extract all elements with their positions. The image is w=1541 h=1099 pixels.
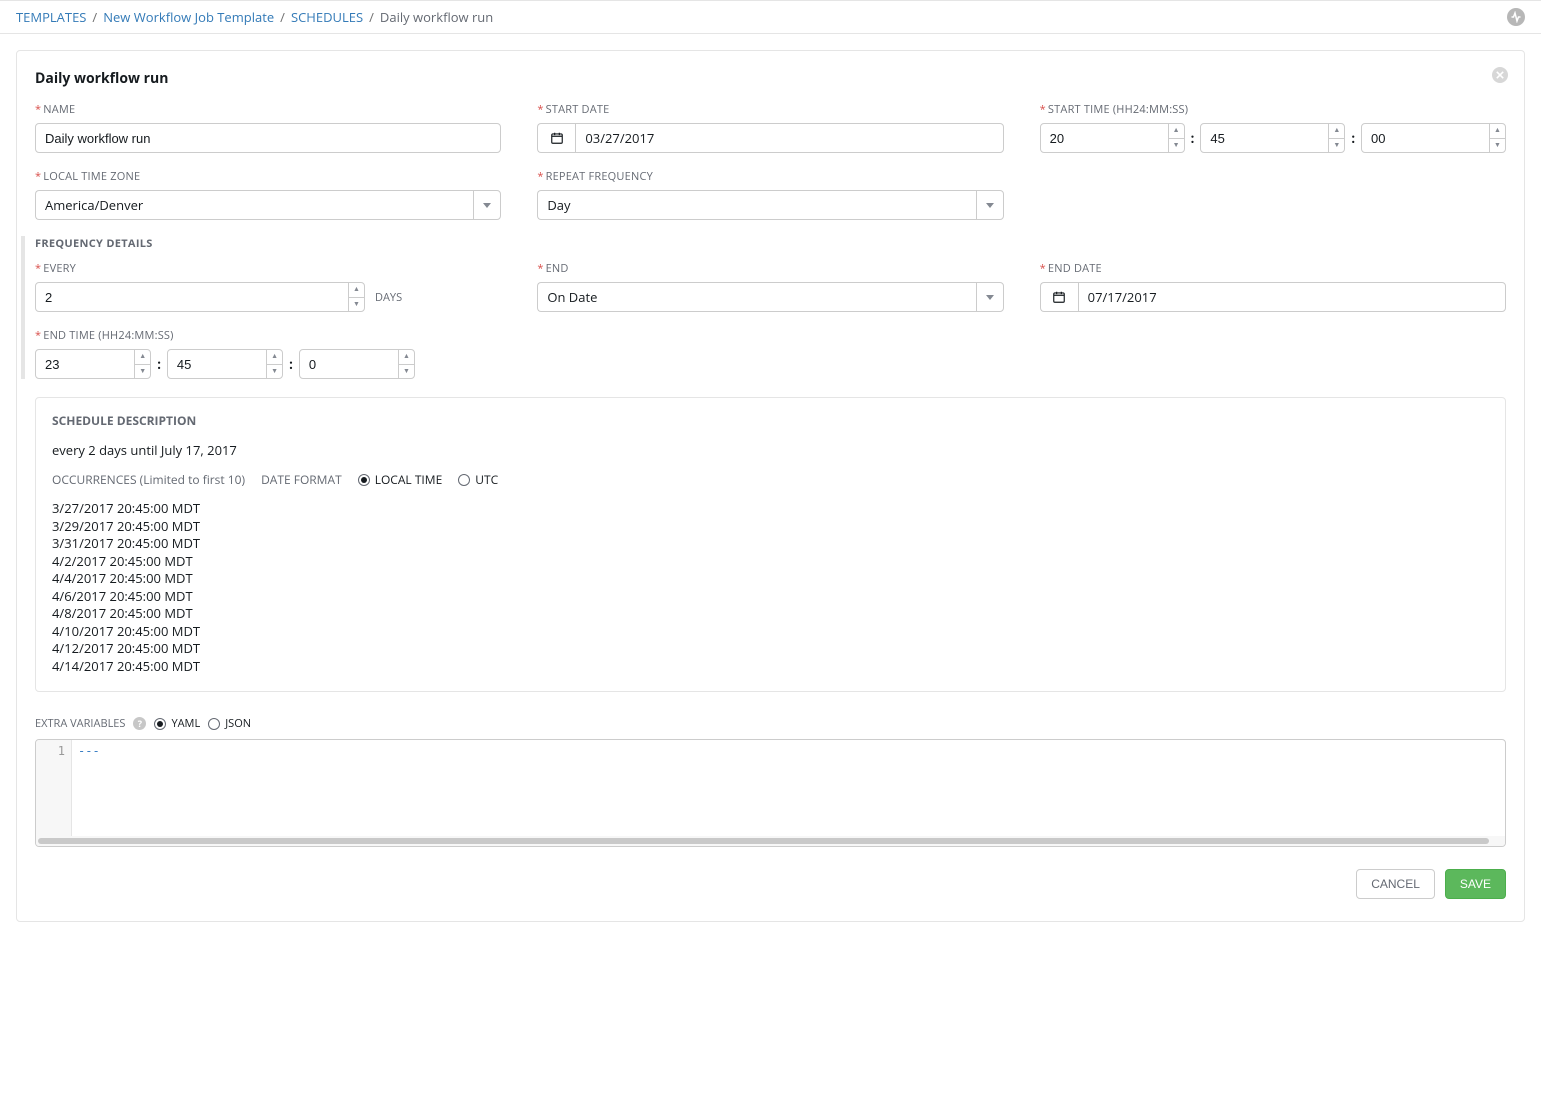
occurrence-item: 4/8/2017 20:45:00 MDT	[52, 605, 1489, 623]
end-date-label: *END DATE	[1040, 261, 1506, 276]
occurrence-item: 4/6/2017 20:45:00 MDT	[52, 588, 1489, 606]
schedule-desc-text: every 2 days until July 17, 2017	[52, 441, 1489, 459]
extra-variables-section: EXTRA VARIABLES ? YAML JSON 1 ---	[35, 716, 1506, 847]
occurrences-list: 3/27/2017 20:45:00 MDT 3/29/2017 20:45:0…	[52, 500, 1489, 675]
end-label: *END	[537, 261, 1003, 276]
repeat-freq-select[interactable]: Day	[537, 190, 975, 220]
end-mode-select[interactable]: On Date	[537, 282, 975, 312]
time-sep: :	[289, 355, 293, 373]
spinner-down-icon[interactable]: ▼	[134, 365, 150, 379]
occurrence-item: 4/4/2017 20:45:00 MDT	[52, 570, 1489, 588]
occurrence-item: 4/10/2017 20:45:00 MDT	[52, 623, 1489, 641]
breadcrumb-sep: /	[280, 8, 285, 26]
freq-details-header: FREQUENCY DETAILS	[35, 236, 1506, 251]
spinner-down-icon[interactable]: ▼	[1489, 139, 1505, 153]
start-date-label: *START DATE	[537, 102, 1003, 117]
occurrence-item: 3/27/2017 20:45:00 MDT	[52, 500, 1489, 518]
occurrence-item: 4/12/2017 20:45:00 MDT	[52, 640, 1489, 658]
breadcrumb-sep: /	[369, 8, 374, 26]
start-date-input[interactable]: 03/27/2017	[575, 123, 1003, 153]
start-time-hh-input[interactable]	[1040, 123, 1185, 153]
editor-content[interactable]: ---	[72, 740, 1505, 836]
page-root: TEMPLATES / New Workflow Job Template / …	[0, 0, 1541, 958]
schedule-form-panel: Daily workflow run *NAME *START DATE 03/…	[16, 50, 1525, 922]
every-label: *EVERY	[35, 261, 501, 276]
calendar-icon[interactable]	[1040, 282, 1078, 312]
spinner-up-icon[interactable]: ▲	[1489, 124, 1505, 139]
chevron-down-icon[interactable]	[473, 190, 501, 220]
breadcrumb-schedules[interactable]: SCHEDULES	[291, 8, 363, 26]
extra-vars-label: EXTRA VARIABLES	[35, 716, 125, 731]
spinner-up-icon[interactable]: ▲	[1168, 124, 1184, 139]
spinner-down-icon[interactable]: ▼	[266, 365, 282, 379]
breadcrumb-current: Daily workflow run	[380, 8, 493, 26]
cancel-button[interactable]: CANCEL	[1356, 869, 1435, 899]
extra-vars-editor[interactable]: 1 ---	[35, 739, 1506, 847]
editor-scrollbar[interactable]	[36, 836, 1505, 846]
occurrence-item: 3/29/2017 20:45:00 MDT	[52, 518, 1489, 536]
end-date-input[interactable]: 07/17/2017	[1078, 282, 1506, 312]
close-icon[interactable]	[1492, 67, 1508, 83]
spinner-down-icon[interactable]: ▼	[348, 298, 364, 312]
chevron-down-icon[interactable]	[976, 282, 1004, 312]
panel-title: Daily workflow run	[35, 69, 168, 88]
breadcrumb-templates[interactable]: TEMPLATES	[16, 8, 86, 26]
occurrences-label: OCCURRENCES (Limited to first 10)	[52, 471, 245, 488]
format-yaml-radio[interactable]: YAML	[154, 716, 200, 731]
spinner-down-icon[interactable]: ▼	[1328, 139, 1344, 153]
start-time-ss-input[interactable]	[1361, 123, 1506, 153]
spinner-up-icon[interactable]: ▲	[348, 283, 364, 298]
schedule-desc-header: SCHEDULE DESCRIPTION	[52, 412, 1489, 429]
editor-gutter: 1	[36, 740, 72, 836]
name-input[interactable]	[35, 123, 501, 153]
time-sep: :	[157, 355, 161, 373]
chevron-down-icon[interactable]	[976, 190, 1004, 220]
start-time-mm-input[interactable]	[1200, 123, 1345, 153]
date-format-utc-radio[interactable]: UTC	[458, 471, 498, 488]
repeat-freq-label: *REPEAT FREQUENCY	[537, 169, 1003, 184]
occurrence-item: 4/14/2017 20:45:00 MDT	[52, 658, 1489, 676]
spinner-up-icon[interactable]: ▲	[266, 350, 282, 365]
spinner-down-icon[interactable]: ▼	[398, 365, 414, 379]
breadcrumb-template-name[interactable]: New Workflow Job Template	[103, 8, 274, 26]
start-time-label: *START TIME (HH24:MM:SS)	[1040, 102, 1506, 117]
date-format-local-radio[interactable]: LOCAL TIME	[358, 471, 443, 488]
spinner-up-icon[interactable]: ▲	[398, 350, 414, 365]
spinner-down-icon[interactable]: ▼	[1168, 139, 1184, 153]
spinner-up-icon[interactable]: ▲	[1328, 124, 1344, 139]
timezone-label: *LOCAL TIME ZONE	[35, 169, 501, 184]
every-unit-label: DAYS	[375, 290, 402, 305]
date-format-label: DATE FORMAT	[261, 471, 342, 488]
time-sep: :	[1351, 129, 1355, 147]
format-json-radio[interactable]: JSON	[208, 716, 251, 731]
end-time-label: *END TIME (HH24:MM:SS)	[35, 328, 415, 343]
spinner-up-icon[interactable]: ▲	[134, 350, 150, 365]
calendar-icon[interactable]	[537, 123, 575, 153]
help-icon[interactable]: ?	[133, 717, 146, 730]
panel-header: Daily workflow run	[35, 69, 1506, 88]
breadcrumb: TEMPLATES / New Workflow Job Template / …	[0, 1, 1541, 34]
breadcrumb-sep: /	[92, 8, 97, 26]
occurrence-item: 4/2/2017 20:45:00 MDT	[52, 553, 1489, 571]
every-input[interactable]	[35, 282, 365, 312]
schedule-description-panel: SCHEDULE DESCRIPTION every 2 days until …	[35, 397, 1506, 692]
time-sep: :	[1191, 129, 1195, 147]
save-button[interactable]: SAVE	[1445, 869, 1506, 899]
timezone-select[interactable]: America/Denver	[35, 190, 473, 220]
name-label: *NAME	[35, 102, 501, 117]
occurrence-item: 3/31/2017 20:45:00 MDT	[52, 535, 1489, 553]
activity-stream-icon[interactable]	[1507, 8, 1525, 26]
